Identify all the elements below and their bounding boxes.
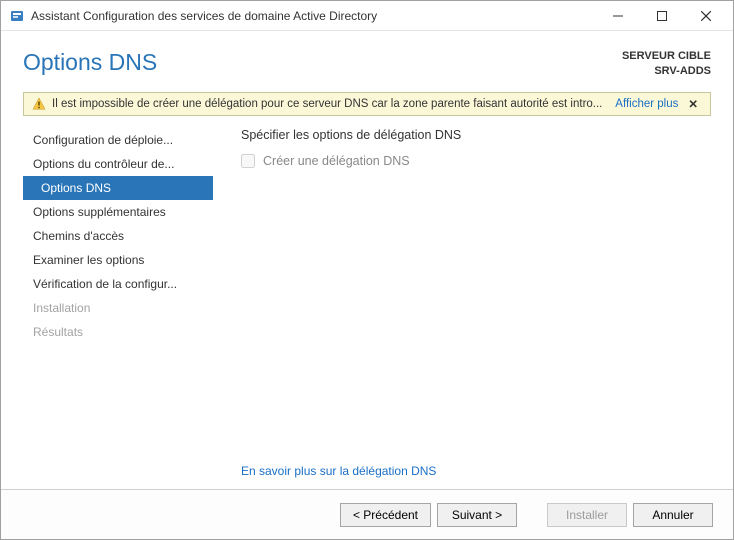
target-server-block: SERVEUR CIBLE SRV-ADDS (622, 49, 711, 80)
dns-delegation-checkbox (241, 154, 255, 168)
sidebar-item-dns-options[interactable]: Options DNS (23, 176, 213, 200)
sidebar-item-paths[interactable]: Chemins d'accès (23, 224, 213, 248)
sidebar-item-installation: Installation (23, 296, 213, 320)
sidebar-item-results: Résultats (23, 320, 213, 344)
sidebar-item-dc-options[interactable]: Options du contrôleur de... (23, 152, 213, 176)
sidebar-item-review-options[interactable]: Examiner les options (23, 248, 213, 272)
install-button: Installer (547, 503, 627, 527)
app-icon (9, 8, 25, 24)
minimize-button[interactable] (605, 6, 631, 26)
close-button[interactable] (693, 6, 719, 26)
learn-more-link[interactable]: En savoir plus sur la délégation DNS (241, 464, 436, 478)
page-title: Options DNS (23, 49, 157, 76)
warning-text: Il est impossible de créer une délégatio… (52, 98, 609, 110)
warning-icon (32, 97, 46, 111)
sidebar-item-additional-options[interactable]: Options supplémentaires (23, 200, 213, 224)
target-server-name: SRV-ADDS (622, 64, 711, 79)
cancel-button[interactable]: Annuler (633, 503, 713, 527)
next-button[interactable]: Suivant > (437, 503, 517, 527)
target-label: SERVEUR CIBLE (622, 49, 711, 64)
titlebar: Assistant Configuration des services de … (1, 1, 733, 31)
page-header: Options DNS SERVEUR CIBLE SRV-ADDS (1, 31, 733, 88)
wizard-footer: < Précédent Suivant > Installer Annuler (1, 489, 733, 539)
sidebar-item-deployment-config[interactable]: Configuration de déploie... (23, 128, 213, 152)
warning-bar: Il est impossible de créer une délégatio… (23, 92, 711, 116)
dns-delegation-checkbox-label: Créer une délégation DNS (263, 154, 410, 168)
section-title: Spécifier les options de délégation DNS (241, 128, 711, 142)
window-title: Assistant Configuration des services de … (31, 9, 605, 23)
dns-delegation-checkbox-row: Créer une délégation DNS (241, 154, 711, 168)
wizard-body: Configuration de déploie... Options du c… (1, 126, 733, 486)
maximize-button[interactable] (649, 6, 675, 26)
warning-close-button[interactable]: ✕ (684, 97, 702, 111)
previous-button[interactable]: < Précédent (340, 503, 431, 527)
sidebar-item-prereq-check[interactable]: Vérification de la configur... (23, 272, 213, 296)
wizard-content: Spécifier les options de délégation DNS … (213, 126, 733, 486)
wizard-steps-sidebar: Configuration de déploie... Options du c… (23, 126, 213, 486)
window-controls (605, 6, 729, 26)
warning-more-link[interactable]: Afficher plus (615, 98, 678, 110)
